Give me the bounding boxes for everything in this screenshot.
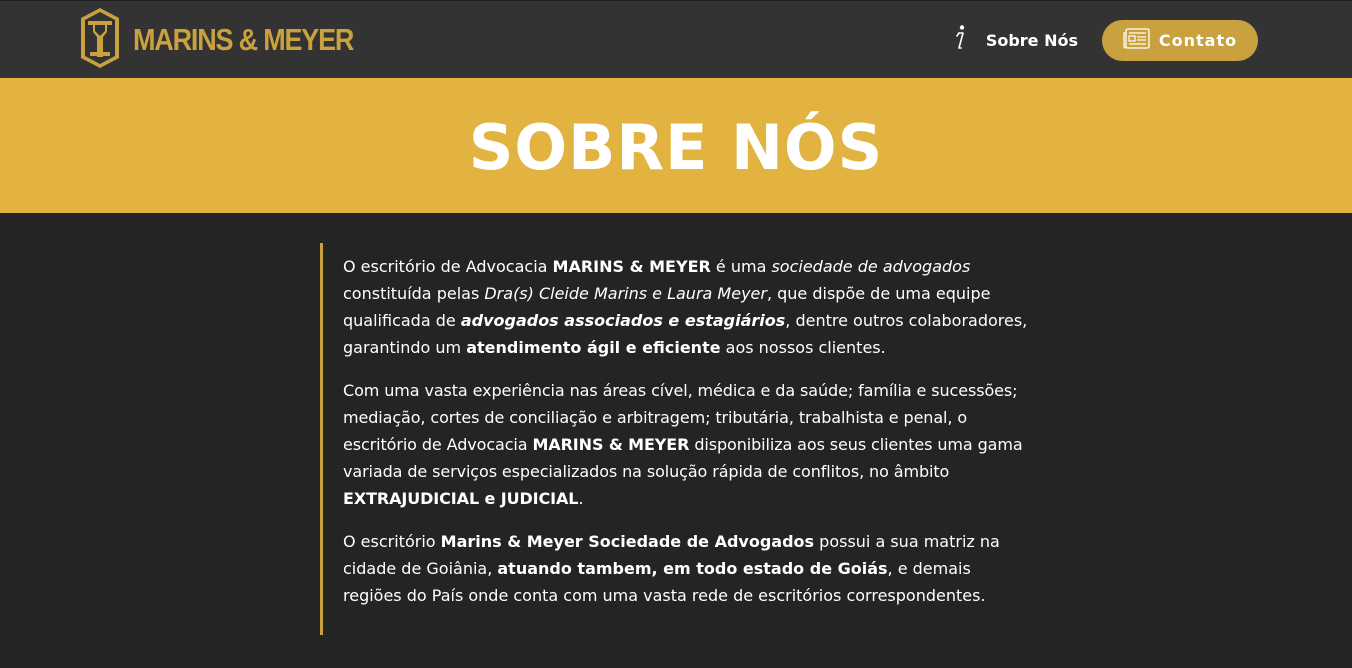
- text-bold: atuando tambem, em todo estado de Goiás: [497, 559, 888, 578]
- newspaper-icon: [1123, 27, 1159, 53]
- text-run: constituída pelas: [343, 284, 485, 303]
- nav-sobre-nos[interactable]: Sobre Nós: [950, 24, 1078, 56]
- text-run: é uma: [710, 257, 772, 276]
- nav-sobre-nos-label: Sobre Nós: [985, 30, 1078, 50]
- navbar: MARINS & MEYER Sobre Nós Contato: [0, 0, 1352, 78]
- brand-wordmark: MARINS & MEYER: [133, 22, 354, 57]
- about-content: O escritório de Advocacia MARINS & MEYER…: [320, 243, 1030, 635]
- text-run: O escritório: [343, 532, 441, 551]
- text-run: .: [578, 489, 584, 508]
- brand-link[interactable]: MARINS & MEYER: [80, 7, 354, 73]
- page-title: SOBRE NÓS: [468, 111, 884, 184]
- about-paragraph-2: Com uma vasta experiência nas áreas cíve…: [343, 377, 1030, 512]
- founders-italic: Dra(s) Cleide Marins e Laura Meyer: [484, 284, 767, 303]
- firm-name-bold: Marins & Meyer Sociedade de Advogados: [440, 532, 815, 551]
- firm-name-bold: MARINS & MEYER: [532, 435, 690, 454]
- contato-button-label: Contato: [1158, 30, 1238, 50]
- about-paragraph-1: O escritório de Advocacia MARINS & MEYER…: [343, 253, 1030, 361]
- text-italic: sociedade de advogados: [771, 257, 971, 276]
- page-hero: SOBRE NÓS: [0, 78, 1352, 213]
- text-bold: EXTRAJUDICIAL e JUDICIAL: [343, 489, 579, 508]
- my-monogram-logo-icon: [80, 7, 120, 73]
- contato-button[interactable]: Contato: [1102, 19, 1258, 61]
- text-run: O escritório de Advocacia: [343, 257, 553, 276]
- team-bold-italic: advogados associados e estagiários: [460, 311, 786, 330]
- text-run: aos nossos clientes.: [720, 338, 886, 357]
- main-nav: Sobre Nós Contato: [950, 19, 1258, 61]
- firm-name-bold: MARINS & MEYER: [552, 257, 711, 276]
- info-icon: [950, 24, 986, 56]
- text-bold: atendimento ágil e eficiente: [466, 338, 721, 357]
- about-paragraph-3: O escritório Marins & Meyer Sociedade de…: [343, 528, 1030, 609]
